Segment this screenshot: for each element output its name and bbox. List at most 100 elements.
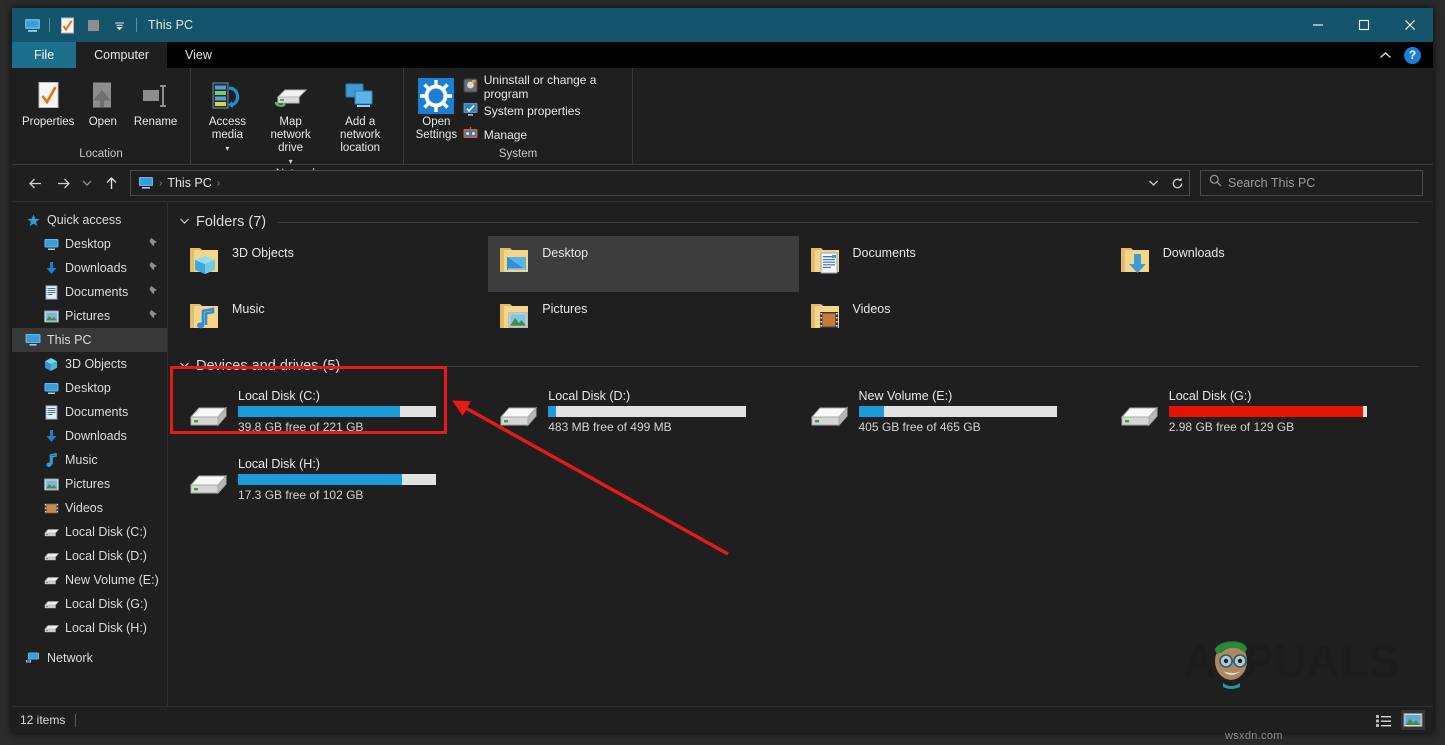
- uninstall-program-label: Uninstall or change a program: [484, 73, 618, 101]
- minimize-button[interactable]: [1295, 8, 1341, 42]
- drive-icon: [809, 388, 851, 435]
- drives-section-header[interactable]: Devices and drives (5): [178, 354, 1419, 378]
- up-arrow-icon[interactable]: [98, 170, 124, 196]
- refresh-icon[interactable]: [1165, 172, 1189, 194]
- open-settings-label-1: Open: [422, 116, 450, 129]
- forward-arrow-icon[interactable]: [50, 170, 76, 196]
- network-icon: [24, 649, 42, 667]
- sidebar-item-local-disk-d[interactable]: Local Disk (D:): [12, 544, 167, 568]
- sidebar-item-desktop[interactable]: Desktop: [12, 376, 167, 400]
- folder-tile-documents[interactable]: Documents: [799, 236, 1109, 292]
- this-pc-icon[interactable]: [135, 176, 157, 190]
- this-pc-icon: [24, 331, 42, 349]
- tab-view[interactable]: View: [167, 42, 230, 68]
- sidebar-label: Local Disk (C:): [65, 525, 147, 539]
- access-media-button[interactable]: Access media ▾: [199, 72, 256, 155]
- sidebar-item-new-volume-e[interactable]: New Volume (E:): [12, 568, 167, 592]
- svg-text:PUALS: PUALS: [1243, 635, 1399, 687]
- pin-icon[interactable]: [148, 261, 159, 275]
- sidebar-item-pictures[interactable]: Pictures: [12, 472, 167, 496]
- drive-tile-local-disk-c[interactable]: Local Disk (C:) 39.8 GB free of 221 GB: [178, 380, 488, 448]
- status-left: 12 items: [20, 713, 76, 727]
- system-properties-icon: [463, 102, 478, 120]
- status-divider: [75, 714, 76, 727]
- sidebar-item-this-pc[interactable]: This PC: [12, 328, 167, 352]
- downloads-icon: [42, 427, 60, 445]
- breadcrumb-actions: [1141, 171, 1189, 195]
- folder-tile-3d-objects[interactable]: 3D Objects: [178, 236, 488, 292]
- sidebar-label: New Volume (E:): [65, 573, 159, 587]
- add-network-location-button[interactable]: Add a network location: [325, 72, 395, 155]
- maximize-button[interactable]: [1341, 8, 1387, 42]
- sidebar-item-local-disk-h[interactable]: Local Disk (H:): [12, 616, 167, 640]
- folder-tile-music[interactable]: Music: [178, 292, 488, 348]
- desktop-icon: [42, 379, 60, 397]
- pin-icon[interactable]: [148, 309, 159, 323]
- sidebar-item-downloads-qa[interactable]: Downloads: [12, 256, 167, 280]
- this-pc-icon[interactable]: [20, 14, 44, 36]
- map-network-drive-button[interactable]: Map network drive ▾: [256, 72, 326, 168]
- sidebar-item-quick-access[interactable]: Quick access: [12, 208, 167, 232]
- tab-file[interactable]: File: [12, 42, 76, 68]
- tab-computer[interactable]: Computer: [76, 42, 167, 68]
- sidebar-item-videos[interactable]: Videos: [12, 496, 167, 520]
- properties-button[interactable]: Properties: [20, 72, 76, 129]
- sidebar-item-desktop-qa[interactable]: Desktop: [12, 232, 167, 256]
- folder-tile-pictures[interactable]: Pictures: [488, 292, 798, 348]
- sidebar-item-3d-objects[interactable]: 3D Objects: [12, 352, 167, 376]
- sidebar-label: Local Disk (D:): [65, 549, 147, 563]
- rename-button[interactable]: Rename: [129, 72, 182, 129]
- large-icons-view-button[interactable]: [1401, 710, 1425, 730]
- drive-free-space: 405 GB free of 465 GB: [859, 420, 1099, 434]
- sidebar-item-local-disk-c[interactable]: Local Disk (C:): [12, 520, 167, 544]
- chevron-down-icon[interactable]: [178, 216, 190, 228]
- sidebar-item-documents-qa[interactable]: Documents: [12, 280, 167, 304]
- open-settings-button[interactable]: Open Settings: [412, 72, 461, 142]
- sidebar-item-network[interactable]: Network: [12, 646, 167, 670]
- system-properties-button[interactable]: System properties: [461, 100, 624, 122]
- drive-tile-local-disk-d[interactable]: Local Disk (D:) 483 MB free of 499 MB: [488, 380, 798, 448]
- folder-tile-desktop[interactable]: Desktop: [488, 236, 798, 292]
- open-button[interactable]: Open: [76, 72, 129, 129]
- back-arrow-icon[interactable]: [22, 170, 48, 196]
- pin-icon[interactable]: [148, 237, 159, 251]
- details-view-button[interactable]: [1371, 710, 1395, 730]
- folder-tile-videos[interactable]: Videos: [799, 292, 1109, 348]
- chevron-down-icon[interactable]: [178, 360, 190, 372]
- close-button[interactable]: [1387, 8, 1433, 42]
- manage-button[interactable]: Manage: [461, 124, 624, 146]
- map-network-drive-dropdown-icon[interactable]: ▾: [289, 155, 293, 168]
- customize-dropdown-icon[interactable]: [107, 14, 131, 36]
- access-media-dropdown-icon[interactable]: ▾: [225, 142, 229, 155]
- folders-section-header[interactable]: Folders (7): [178, 210, 1419, 234]
- drive-tile-local-disk-h[interactable]: Local Disk (H:) 17.3 GB free of 102 GB: [178, 448, 488, 516]
- folder-icon[interactable]: [81, 14, 105, 36]
- sidebar-item-pictures-qa[interactable]: Pictures: [12, 304, 167, 328]
- breadcrumb-this-pc[interactable]: This PC: [164, 176, 214, 190]
- drive-usage-bar: [238, 406, 436, 417]
- drive-tile-local-disk-g[interactable]: Local Disk (G:) 2.98 GB free of 129 GB: [1109, 380, 1419, 448]
- search-box[interactable]: Search This PC: [1200, 170, 1423, 196]
- breadcrumb-separator-1[interactable]: ›: [215, 178, 222, 189]
- sidebar-item-music[interactable]: Music: [12, 448, 167, 472]
- sidebar-label: Pictures: [65, 309, 110, 323]
- breadcrumb-bar[interactable]: › This PC ›: [130, 170, 1190, 196]
- sidebar-item-downloads[interactable]: Downloads: [12, 424, 167, 448]
- folder-tile-downloads[interactable]: Downloads: [1109, 236, 1419, 292]
- sidebar-item-local-disk-g[interactable]: Local Disk (G:): [12, 592, 167, 616]
- drive-info: New Volume (E:) 405 GB free of 465 GB: [859, 388, 1099, 434]
- sidebar-label: 3D Objects: [65, 357, 127, 371]
- uninstall-program-button[interactable]: Uninstall or change a program: [461, 76, 624, 98]
- documents-icon: [42, 283, 60, 301]
- help-icon[interactable]: ?: [1404, 47, 1421, 64]
- chevron-down-icon[interactable]: [1141, 172, 1165, 194]
- ribbon-group-system-label: System: [404, 148, 632, 164]
- drive-tile-new-volume-e[interactable]: New Volume (E:) 405 GB free of 465 GB: [799, 380, 1109, 448]
- sidebar-item-documents[interactable]: Documents: [12, 400, 167, 424]
- recent-locations-icon[interactable]: [78, 170, 96, 196]
- drive-free-space: 17.3 GB free of 102 GB: [238, 488, 478, 502]
- chevron-up-icon[interactable]: [1379, 48, 1392, 63]
- search-input[interactable]: Search This PC: [1228, 176, 1315, 190]
- pin-icon[interactable]: [148, 285, 159, 299]
- properties-icon[interactable]: [55, 14, 79, 36]
